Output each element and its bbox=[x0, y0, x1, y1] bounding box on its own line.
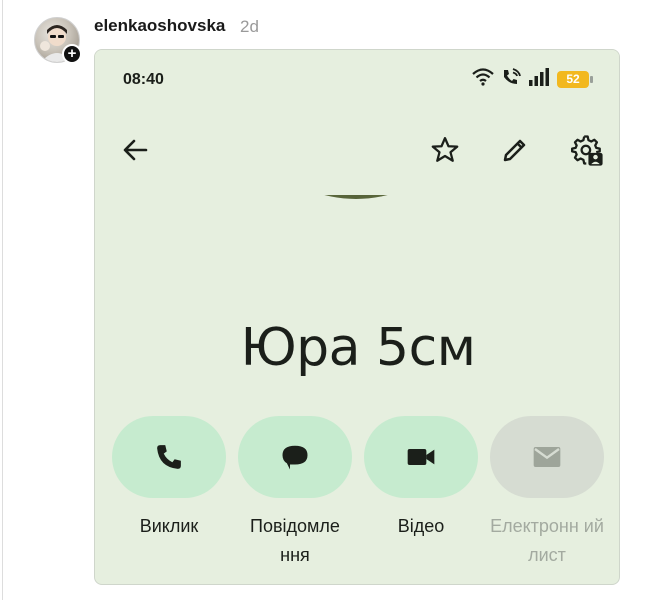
message-label: Повідомле ння bbox=[250, 516, 340, 565]
message-action[interactable]: Повідомле ння bbox=[237, 416, 353, 570]
message-button[interactable] bbox=[238, 416, 352, 498]
edit-button[interactable] bbox=[495, 130, 535, 170]
status-bar-time: 08:40 bbox=[123, 71, 164, 88]
contact-settings-icon bbox=[570, 135, 603, 166]
video-icon bbox=[407, 449, 435, 465]
battery-icon: 52 bbox=[557, 71, 593, 88]
status-bar-icons: 52 bbox=[472, 68, 593, 91]
video-action[interactable]: Відео bbox=[363, 416, 479, 541]
signal-icon bbox=[528, 68, 550, 91]
call-action[interactable]: Виклик bbox=[111, 416, 227, 541]
email-label: Електронн ий лист bbox=[490, 516, 604, 565]
back-button[interactable] bbox=[115, 130, 155, 170]
contact-settings-button[interactable] bbox=[567, 130, 607, 170]
video-label: Відео bbox=[397, 516, 445, 536]
email-icon bbox=[533, 447, 561, 467]
message-icon bbox=[282, 445, 308, 470]
wifi-calling-icon bbox=[501, 68, 521, 91]
video-button[interactable] bbox=[364, 416, 478, 498]
email-action: Електронн ий лист bbox=[489, 416, 605, 570]
author-username[interactable]: elenkaoshovska bbox=[94, 16, 225, 36]
follow-plus-icon[interactable]: + bbox=[62, 44, 82, 64]
wifi-icon bbox=[472, 68, 494, 91]
phone-icon bbox=[157, 445, 181, 469]
left-divider bbox=[2, 0, 3, 600]
star-icon bbox=[431, 137, 459, 162]
contact-name: Юра 5см bbox=[240, 318, 476, 378]
phone-screenshot: 08:40 52 Юра 5см Виклик Повідомле ння Ві… bbox=[94, 49, 620, 585]
edit-pencil-icon bbox=[503, 139, 526, 162]
call-label: Виклик bbox=[139, 516, 199, 536]
back-arrow-icon bbox=[123, 139, 148, 161]
post-timestamp: 2d bbox=[240, 17, 259, 36]
author-avatar[interactable]: + bbox=[34, 17, 82, 64]
email-button bbox=[490, 416, 604, 498]
call-button[interactable] bbox=[112, 416, 226, 498]
favorite-button[interactable] bbox=[425, 130, 465, 170]
